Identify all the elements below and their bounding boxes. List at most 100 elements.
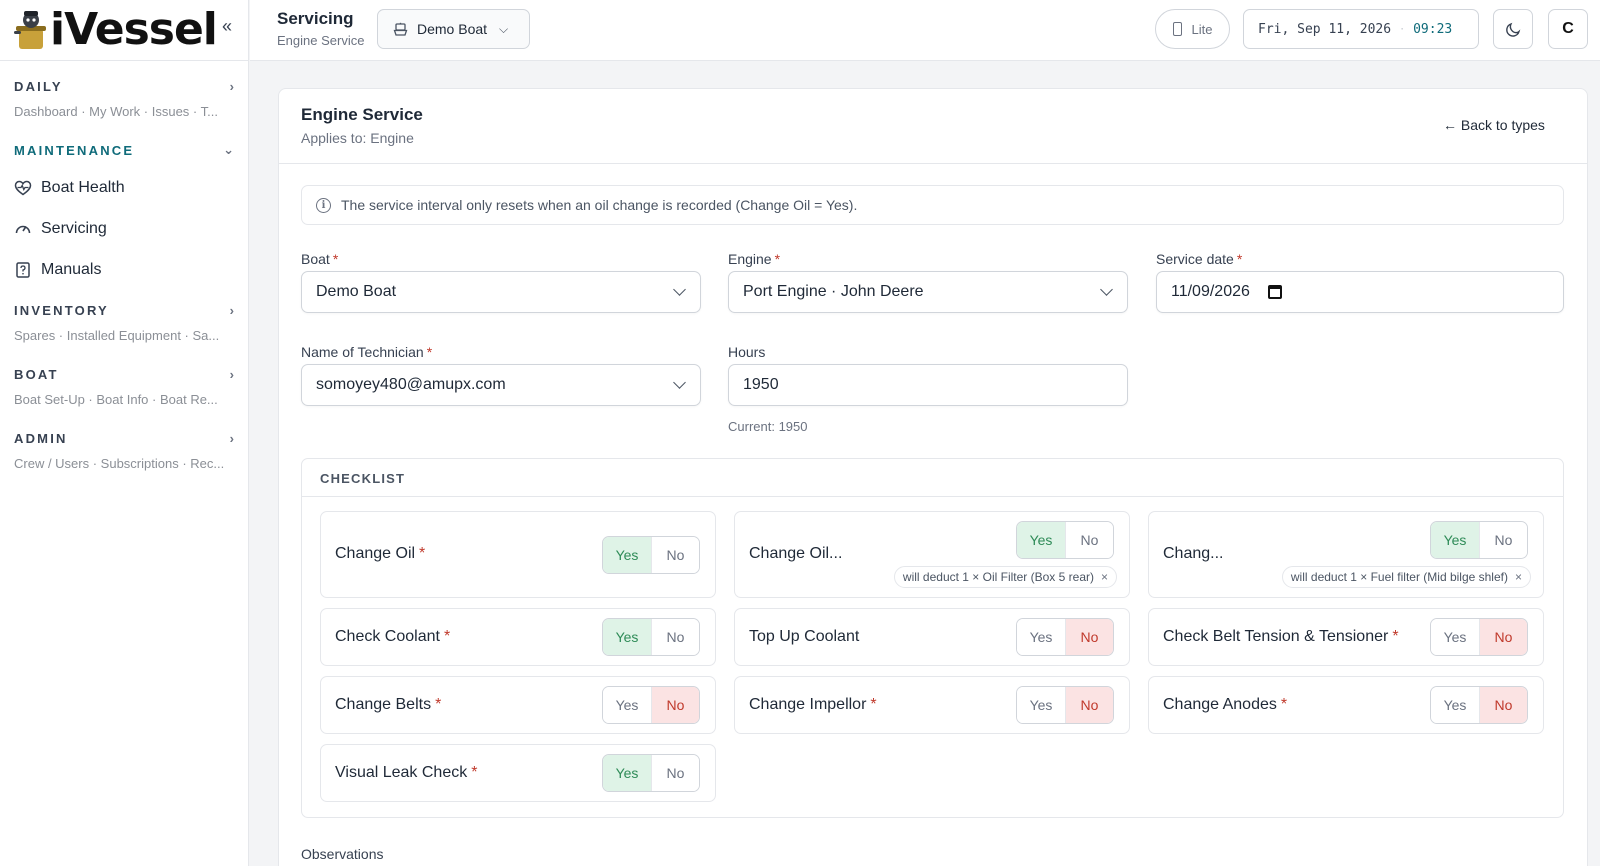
- technician-select-value: somoyey480@amupx.com: [316, 376, 506, 393]
- checklist-item-label: Top Up Coolant: [749, 628, 860, 645]
- no-option[interactable]: No: [1065, 619, 1113, 655]
- no-option[interactable]: No: [1479, 522, 1527, 558]
- boat-field-label: Boat *: [301, 251, 339, 267]
- checklist-item-label: Change Belts *: [335, 696, 442, 713]
- nav-section-summary: Boat Set-Up · Boat Info · Boat Re...: [14, 392, 218, 407]
- current-date: Fri, Sep 11, 2026: [1258, 21, 1392, 37]
- technician-select[interactable]: somoyey480@amupx.com: [301, 364, 701, 406]
- info-icon: i: [316, 197, 331, 213]
- calendar-icon[interactable]: [1267, 285, 1282, 299]
- no-option[interactable]: No: [651, 755, 699, 791]
- heart-pulse-icon: [14, 180, 32, 196]
- card-divider: [279, 163, 1587, 164]
- yes-no-toggle: Yes No: [1016, 521, 1114, 559]
- current-time: 09:23: [1413, 21, 1453, 37]
- no-option[interactable]: No: [1065, 522, 1113, 558]
- nav-section-summary: Dashboard · My Work · Issues · T...: [14, 104, 218, 119]
- chevron-down-icon: [673, 283, 686, 296]
- chevron-down-icon: [1100, 283, 1113, 296]
- checklist-item-change-belts: Change Belts * Yes No: [320, 676, 716, 734]
- nav-section-summary: Crew / Users · Subscriptions · Rec...: [14, 456, 225, 471]
- lite-mode-label: Lite: [1191, 21, 1213, 37]
- top-bar: Servicing Engine Service Demo Boat ⌵ Lit…: [250, 0, 1600, 61]
- hours-field-label: Hours: [728, 344, 766, 360]
- remove-deduction-icon[interactable]: ×: [1101, 570, 1108, 584]
- theme-toggle-button[interactable]: [1493, 9, 1533, 49]
- engine-select-value: Port Engine · John Deere: [743, 283, 924, 300]
- sidebar-item-manuals[interactable]: Manuals: [14, 261, 101, 279]
- nav-section-admin[interactable]: ADMIN › Crew / Users · Subscriptions · Re…: [14, 431, 234, 471]
- nav-section-daily[interactable]: DAILY › Dashboard · My Work · Issues · T.…: [14, 79, 234, 119]
- yes-no-toggle: Yes No: [1016, 618, 1114, 656]
- sidebar-item-label: Servicing: [41, 220, 107, 237]
- no-option[interactable]: No: [1065, 687, 1113, 723]
- lite-mode-button[interactable]: Lite: [1155, 9, 1230, 49]
- service-type-title: Engine Service: [301, 105, 423, 124]
- yes-option[interactable]: Yes: [603, 537, 651, 573]
- page-subtitle: Engine Service: [277, 33, 365, 48]
- no-option[interactable]: No: [651, 687, 699, 723]
- sidebar-item-servicing[interactable]: Servicing: [14, 220, 107, 238]
- no-option[interactable]: No: [651, 619, 699, 655]
- nav-section-inventory[interactable]: INVENTORY › Spares · Installed Equipment …: [14, 303, 234, 343]
- deduction-text: will deduct 1 × Fuel filter (Mid bilge s…: [1290, 570, 1508, 584]
- chevron-down-icon: ⌵: [499, 21, 509, 36]
- no-option[interactable]: No: [1479, 687, 1527, 723]
- nav-section-boat[interactable]: BOAT › Boat Set-Up · Boat Info · Boat Re.…: [14, 367, 234, 407]
- boat-switcher[interactable]: Demo Boat ⌵: [377, 9, 530, 49]
- engine-field-label: Engine *: [728, 251, 781, 267]
- inventory-deduction-chip: will deduct 1 × Fuel filter (Mid bilge s…: [1281, 566, 1531, 588]
- sidebar-item-boat-health[interactable]: Boat Health: [14, 179, 125, 197]
- nav-section-title: DAILY: [14, 79, 63, 94]
- remove-deduction-icon[interactable]: ×: [1515, 570, 1522, 584]
- user-avatar[interactable]: C: [1548, 9, 1588, 49]
- service-date-input[interactable]: 11/09/2026: [1156, 271, 1564, 313]
- yes-option[interactable]: Yes: [603, 687, 651, 723]
- checklist-item-label: Change Oil...: [749, 545, 843, 562]
- boat-select[interactable]: Demo Boat: [301, 271, 701, 313]
- yes-option[interactable]: Yes: [1431, 619, 1479, 655]
- checklist-item-change-oil: Change Oil * Yes No: [320, 511, 716, 598]
- chevron-down-icon: [673, 376, 686, 389]
- mascot-logo-icon: [14, 11, 46, 49]
- separator-dot: ·: [1399, 23, 1406, 35]
- yes-option[interactable]: Yes: [1017, 687, 1065, 723]
- yes-option[interactable]: Yes: [1017, 522, 1065, 558]
- yes-no-toggle: Yes No: [1430, 686, 1528, 724]
- yes-no-toggle: Yes No: [1016, 686, 1114, 724]
- sidebar-item-label: Boat Health: [41, 179, 125, 196]
- yes-option[interactable]: Yes: [1431, 522, 1479, 558]
- checklist-item-label: Change Impellor *: [749, 696, 877, 713]
- yes-option[interactable]: Yes: [1017, 619, 1065, 655]
- checklist-item-check-coolant: Check Coolant * Yes No: [320, 608, 716, 666]
- checklist-divider: [302, 496, 1563, 497]
- checklist-item-change-impellor: Change Impellor * Yes No: [734, 676, 1130, 734]
- no-option[interactable]: No: [1479, 619, 1527, 655]
- checklist-item-label: Change Anodes *: [1163, 696, 1288, 713]
- no-option[interactable]: No: [651, 537, 699, 573]
- back-to-types-link[interactable]: ← Back to types: [1443, 117, 1545, 133]
- yes-option[interactable]: Yes: [603, 755, 651, 791]
- checklist-item-label: Change Oil *: [335, 545, 426, 562]
- nav-section-title: MAINTENANCE: [14, 142, 135, 158]
- technician-field-label: Name of Technician *: [301, 344, 433, 360]
- yes-no-toggle: Yes No: [1430, 618, 1528, 656]
- yes-option[interactable]: Yes: [603, 619, 651, 655]
- engine-select[interactable]: Port Engine · John Deere: [728, 271, 1128, 313]
- engine-service-card: Engine Service Applies to: Engine ← Back…: [278, 88, 1588, 866]
- chevron-right-icon: ›: [229, 79, 234, 94]
- date-time-display: Fri, Sep 11, 2026 · 09:23: [1243, 9, 1479, 49]
- checklist-item-change-fuel-filter: Chang... Yes No will deduct 1 × Fuel fil…: [1148, 511, 1544, 598]
- phone-icon: [1172, 22, 1182, 36]
- nav-section-maintenance[interactable]: MAINTENANCE ⌄: [14, 142, 234, 158]
- collapse-sidebar-icon[interactable]: «: [222, 16, 232, 36]
- page-title: Servicing: [277, 9, 354, 28]
- yes-no-toggle: Yes No: [602, 536, 700, 574]
- hours-input[interactable]: 1950: [728, 364, 1128, 406]
- chevron-right-icon: ›: [229, 367, 234, 382]
- yes-no-toggle: Yes No: [602, 686, 700, 724]
- inventory-deduction-chip: will deduct 1 × Oil Filter (Box 5 rear) …: [893, 566, 1117, 588]
- yes-option[interactable]: Yes: [1431, 687, 1479, 723]
- app-name: iVessel: [50, 4, 218, 55]
- moon-icon: [1505, 22, 1520, 37]
